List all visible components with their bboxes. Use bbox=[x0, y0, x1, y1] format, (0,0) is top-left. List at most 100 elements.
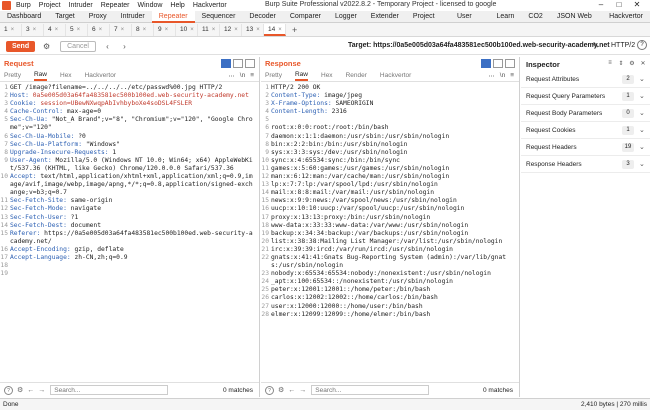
maximize-icon[interactable]: □ bbox=[610, 0, 628, 9]
back-icon[interactable]: ‹ bbox=[102, 41, 113, 52]
repeater-tab-4[interactable]: 4 × bbox=[44, 23, 66, 36]
repeater-tab-11[interactable]: 11 × bbox=[198, 23, 220, 36]
chevron-down-icon[interactable]: ⌄ bbox=[639, 126, 647, 134]
repeater-tab-14[interactable]: 14 × bbox=[264, 23, 286, 36]
repeater-tab-10[interactable]: 10 × bbox=[176, 23, 198, 36]
menu-icon[interactable]: ≡ bbox=[250, 72, 254, 80]
single-pane-icon[interactable] bbox=[245, 59, 255, 68]
repeater-tab-8[interactable]: 8 × bbox=[132, 23, 154, 36]
tab-json-web-tokens[interactable]: JSON Web Tokens bbox=[550, 11, 602, 32]
menu-item-repeater[interactable]: Repeater bbox=[101, 2, 130, 9]
menu-item-intruder[interactable]: Intruder bbox=[69, 2, 93, 9]
add-tab-icon[interactable]: + bbox=[292, 25, 297, 35]
repeater-tab-12[interactable]: 12 × bbox=[220, 23, 242, 36]
tab-repeater[interactable]: Repeater bbox=[151, 11, 195, 23]
close-icon[interactable]: × bbox=[234, 27, 238, 33]
inspector-section-request-headers[interactable]: Request Headers 19 ⌄ bbox=[521, 139, 650, 156]
forward-icon[interactable]: › bbox=[119, 41, 130, 52]
single-pane-icon[interactable] bbox=[505, 59, 515, 68]
request-view-hex[interactable]: Hex bbox=[60, 72, 72, 79]
back-icon[interactable]: ← bbox=[27, 387, 34, 394]
help-icon[interactable]: ? bbox=[637, 40, 647, 50]
close-icon[interactable]: × bbox=[99, 27, 103, 33]
chevron-down-icon[interactable]: ⌄ bbox=[639, 109, 647, 117]
repeater-tab-13[interactable]: 13 × bbox=[242, 23, 264, 36]
forward-icon[interactable]: → bbox=[38, 387, 45, 394]
close-icon[interactable]: ✕ bbox=[639, 60, 647, 68]
close-icon[interactable]: × bbox=[165, 27, 169, 33]
split-horizontal-icon[interactable] bbox=[481, 59, 491, 68]
repeater-tab-7[interactable]: 7 × bbox=[110, 23, 132, 36]
menu-item-hackvertor[interactable]: Hackvertor bbox=[193, 2, 227, 9]
close-icon[interactable]: × bbox=[11, 27, 15, 33]
inspector-section-request-attributes[interactable]: Request Attributes 2 ⌄ bbox=[521, 71, 650, 88]
split-vertical-icon[interactable] bbox=[233, 59, 243, 68]
settings-icon[interactable]: ⚙ bbox=[628, 60, 636, 68]
edit-target-icon[interactable]: ✎ bbox=[592, 41, 599, 50]
request-search-input[interactable] bbox=[50, 385, 169, 395]
settings-icon[interactable]: ⚙ bbox=[41, 41, 52, 52]
help-icon[interactable]: ? bbox=[265, 385, 274, 395]
menu-item-help[interactable]: Help bbox=[170, 2, 184, 9]
cancel-button[interactable]: Cancel bbox=[60, 40, 96, 52]
collapse-icon[interactable]: ⇕ bbox=[617, 60, 625, 68]
response-view-hex[interactable]: Hex bbox=[321, 72, 333, 79]
menu-icon[interactable]: ≡ bbox=[510, 72, 514, 80]
close-icon[interactable]: × bbox=[33, 27, 37, 33]
repeater-tab-6[interactable]: 6 × bbox=[88, 23, 110, 36]
inspector-section-request-cookies[interactable]: Request Cookies 1 ⌄ bbox=[521, 122, 650, 139]
protocol-label[interactable]: HTTP/2 bbox=[611, 42, 635, 49]
tab-proxy[interactable]: Proxy bbox=[82, 11, 114, 23]
response-search-input[interactable] bbox=[311, 385, 430, 395]
actions-icon[interactable]: ⋯ bbox=[488, 72, 495, 80]
tab-target[interactable]: Target bbox=[48, 11, 81, 23]
request-view-hackvertor[interactable]: Hackvertor bbox=[85, 72, 116, 79]
send-button[interactable]: Send bbox=[6, 40, 36, 52]
tab-learn[interactable]: Learn bbox=[490, 11, 522, 23]
inspector-section-response-headers[interactable]: Response Headers 3 ⌄ bbox=[521, 156, 650, 173]
repeater-tab-1[interactable]: 1 × bbox=[0, 23, 22, 36]
help-icon[interactable]: ? bbox=[4, 385, 13, 395]
inspector-section-request-body-parameters[interactable]: Request Body Parameters 0 ⌄ bbox=[521, 105, 650, 122]
close-icon[interactable]: × bbox=[278, 27, 282, 33]
tab-logger[interactable]: Logger bbox=[328, 11, 364, 23]
close-icon[interactable]: × bbox=[121, 27, 125, 33]
close-icon[interactable]: × bbox=[55, 27, 59, 33]
split-vertical-icon[interactable] bbox=[493, 59, 503, 68]
chevron-down-icon[interactable]: ⌄ bbox=[639, 75, 647, 83]
repeater-tab-3[interactable]: 3 × bbox=[22, 23, 44, 36]
tab-sequencer[interactable]: Sequencer bbox=[195, 11, 243, 23]
newline-toggle-icon[interactable]: \n bbox=[500, 72, 505, 80]
settings-icon[interactable]: ⚙ bbox=[278, 386, 284, 394]
split-horizontal-icon[interactable] bbox=[221, 59, 231, 68]
response-view-raw[interactable]: Raw bbox=[294, 71, 308, 81]
response-view-render[interactable]: Render bbox=[346, 72, 367, 79]
tab-hackvertor[interactable]: Hackvertor bbox=[602, 11, 650, 23]
settings-icon[interactable]: ⚙ bbox=[17, 386, 23, 394]
close-icon[interactable]: × bbox=[256, 27, 260, 33]
tab-decoder[interactable]: Decoder bbox=[242, 11, 282, 23]
menu-item-project[interactable]: Project bbox=[39, 2, 61, 9]
chevron-down-icon[interactable]: ⌄ bbox=[639, 160, 647, 168]
minimize-icon[interactable]: – bbox=[592, 0, 610, 9]
close-icon[interactable]: ✕ bbox=[628, 0, 646, 9]
inspector-section-request-query-parameters[interactable]: Request Query Parameters 1 ⌄ bbox=[521, 88, 650, 105]
close-icon[interactable]: × bbox=[212, 27, 216, 33]
newline-toggle-icon[interactable]: \n bbox=[240, 72, 245, 80]
chevron-down-icon[interactable]: ⌄ bbox=[639, 143, 647, 151]
tab-co2[interactable]: CO2 bbox=[521, 11, 549, 23]
tab-dashboard[interactable]: Dashboard bbox=[0, 11, 48, 23]
close-icon[interactable]: × bbox=[77, 27, 81, 33]
request-view-raw[interactable]: Raw bbox=[33, 71, 47, 81]
response-view-pretty[interactable]: Pretty bbox=[265, 72, 282, 79]
request-view-pretty[interactable]: Pretty bbox=[4, 72, 21, 79]
menu-item-burp[interactable]: Burp bbox=[16, 2, 31, 9]
forward-icon[interactable]: → bbox=[299, 387, 306, 394]
close-icon[interactable]: × bbox=[143, 27, 147, 33]
tab-user-options[interactable]: User options bbox=[450, 11, 490, 32]
response-view-hackvertor[interactable]: Hackvertor bbox=[380, 72, 411, 79]
repeater-tab-5[interactable]: 5 × bbox=[66, 23, 88, 36]
actions-icon[interactable]: ⋯ bbox=[228, 72, 235, 80]
menu-item-window[interactable]: Window bbox=[138, 2, 163, 9]
close-icon[interactable]: × bbox=[190, 27, 194, 33]
